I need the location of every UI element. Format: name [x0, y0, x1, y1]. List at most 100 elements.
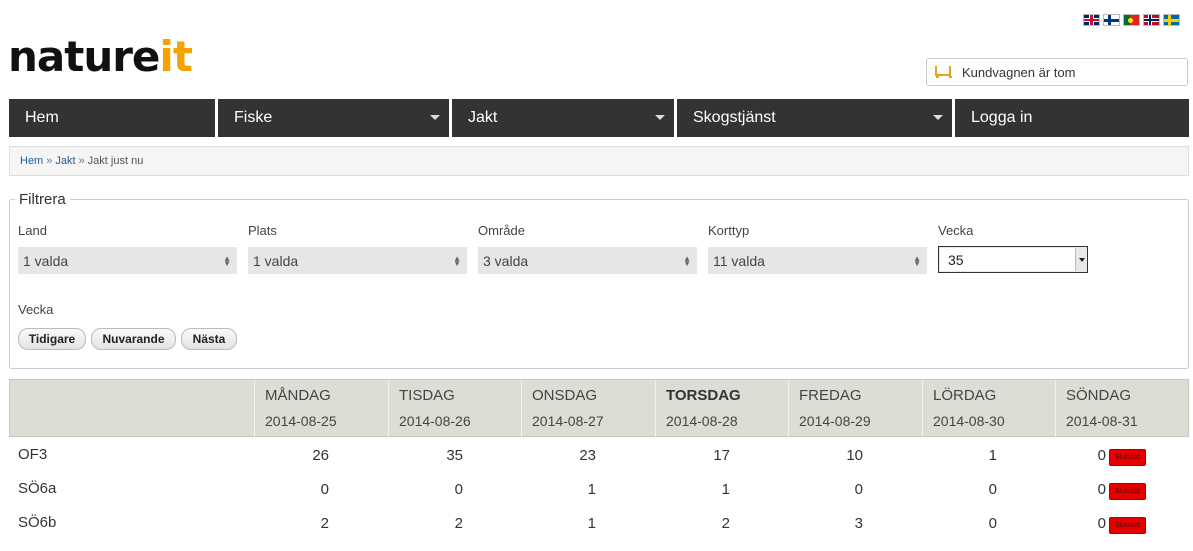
chevron-down-icon: [655, 115, 665, 120]
column-day: LÖRDAG: [933, 387, 997, 404]
filter-label-omrade: Område: [478, 223, 525, 238]
nav-label: Hem: [25, 109, 59, 126]
column-date: 2014-08-27: [532, 413, 604, 429]
column-date: 2014-08-28: [666, 413, 738, 429]
filter-select-korttyp[interactable]: 11 valda ▲ ▼: [708, 247, 927, 274]
nav-label: Logga in: [971, 109, 1033, 126]
nav-label: Jakt: [468, 109, 498, 126]
column-date: 2014-08-29: [799, 413, 871, 429]
breadcrumb-link-hem[interactable]: Hem: [20, 155, 43, 167]
no-flag-icon[interactable]: [1143, 14, 1160, 26]
column-day: SÖNDAG: [1066, 387, 1132, 404]
filter-select-land[interactable]: 1 valda ▲ ▼: [18, 247, 237, 274]
column-header-lordag: LÖRDAG 2014-08-30: [922, 380, 1055, 438]
select-arrows-icon: ▲ ▼: [453, 254, 461, 268]
column-day: TORSDAG: [666, 387, 741, 404]
dropdown-arrow-icon: [1075, 248, 1086, 271]
column-day: FREDAG: [799, 387, 862, 404]
se-flag-icon[interactable]: [1163, 14, 1180, 26]
table-cell: 1: [587, 515, 596, 532]
logo[interactable]: natureit: [8, 36, 193, 78]
select-value: 11 valda: [713, 252, 765, 269]
filter-select-omrade[interactable]: 3 valda ▲ ▼: [478, 247, 697, 274]
gb-flag-icon[interactable]: [1083, 14, 1100, 26]
previous-week-button[interactable]: Tidigare: [18, 328, 86, 350]
row-name[interactable]: SÖ6a: [18, 480, 56, 497]
table-cell: 23: [579, 447, 596, 464]
table-cell: 0: [320, 481, 329, 498]
table-cell: 0: [854, 481, 863, 498]
table-cell: 0: [1097, 447, 1106, 464]
sold-out-badge: Slutsåld: [1109, 483, 1146, 500]
filter-label-land: Land: [18, 223, 47, 238]
column-date: 2014-08-31: [1066, 413, 1138, 429]
table-cell: 26: [312, 447, 329, 464]
select-value: 1 valda: [23, 252, 69, 269]
fi-flag-icon[interactable]: [1103, 14, 1120, 26]
column-day: ONSDAG: [532, 387, 598, 404]
column-day: TISDAG: [399, 387, 455, 404]
table-cell: 0: [1097, 481, 1106, 498]
row-name[interactable]: SÖ6b: [18, 514, 56, 531]
column-header-tisdag: TISDAG 2014-08-26: [388, 380, 521, 438]
cart-icon: [935, 66, 952, 78]
pt-flag-icon[interactable]: [1123, 14, 1140, 26]
table-cell: 1: [587, 481, 596, 498]
breadcrumb-current: Jakt just nu: [87, 155, 144, 167]
nav-item-logga-in[interactable]: Logga in: [955, 99, 1189, 137]
column-day: MÅNDAG: [265, 387, 331, 404]
select-arrows-icon: ▲ ▼: [223, 254, 231, 268]
breadcrumb-link-jakt[interactable]: Jakt: [55, 155, 75, 167]
chevron-down-icon: [430, 115, 440, 120]
column-header-torsdag: TORSDAG 2014-08-28: [655, 380, 788, 438]
nav-item-fiske[interactable]: Fiske: [218, 99, 449, 137]
select-value: 3 valda: [483, 252, 529, 269]
column-header-fredag: FREDAG 2014-08-29: [788, 380, 922, 438]
column-header-onsdag: ONSDAG 2014-08-27: [521, 380, 655, 438]
table-row: SÖ6b 2 2 1 2 3 0 0 Slutsåld: [9, 506, 1189, 540]
select-arrows-icon: ▲ ▼: [913, 254, 921, 268]
table-cell: 1: [988, 447, 997, 464]
table-cell: 1: [721, 481, 730, 498]
column-date: 2014-08-25: [265, 413, 337, 429]
table-cell: 0: [988, 481, 997, 498]
nav-label: Fiske: [234, 109, 273, 126]
filter-select-plats[interactable]: 1 valda ▲ ▼: [248, 247, 467, 274]
current-week-button[interactable]: Nuvarande: [91, 328, 176, 350]
table-cell: 3: [854, 515, 863, 532]
table-header: MÅNDAG 2014-08-25 TISDAG 2014-08-26 ONSDAG…: [9, 379, 1189, 438]
column-date: 2014-08-30: [933, 413, 1005, 429]
language-selector: [1083, 14, 1180, 26]
week-value: 35: [948, 251, 964, 268]
table-cell: 0: [988, 515, 997, 532]
table-cell: 0: [1097, 515, 1106, 532]
table-row: OF3 26 35 23 17 10 1 0 Slutsåld: [9, 438, 1189, 472]
breadcrumb: Hem » Jakt » Jakt just nu: [9, 146, 1189, 176]
table-cell: 10: [846, 447, 863, 464]
table-cell: 2: [454, 515, 463, 532]
main-nav: Hem Fiske Jakt Skogstjänst Logga in: [9, 99, 1189, 137]
table-cell: 17: [713, 447, 730, 464]
logo-text-it: it: [159, 32, 192, 81]
nav-item-hem[interactable]: Hem: [9, 99, 215, 137]
cart-label: Kundvagnen är tom: [962, 64, 1076, 80]
week-select[interactable]: 35: [938, 246, 1088, 273]
filter-label-plats: Plats: [248, 223, 277, 238]
table-row: SÖ6a 0 0 1 1 0 0 0 Slutsåld: [9, 472, 1189, 506]
logo-text-nature: nature: [8, 32, 160, 81]
filter-legend: Filtrera: [15, 191, 70, 208]
table-cell: 2: [320, 515, 329, 532]
nav-label: Skogstjänst: [693, 109, 776, 126]
select-arrows-icon: ▲ ▼: [683, 254, 691, 268]
cart-widget[interactable]: Kundvagnen är tom: [926, 58, 1188, 86]
nav-item-skogstjanst[interactable]: Skogstjänst: [677, 99, 952, 137]
row-name[interactable]: OF3: [18, 446, 47, 463]
filter-label-korttyp: Korttyp: [708, 223, 750, 238]
breadcrumb-separator: »: [78, 155, 85, 167]
sold-out-badge: Slutsåld: [1109, 517, 1146, 534]
next-week-button[interactable]: Nästa: [181, 328, 237, 350]
column-date: 2014-08-26: [399, 413, 471, 429]
table-cell: 0: [454, 481, 463, 498]
sold-out-badge: Slutsåld: [1109, 449, 1146, 466]
nav-item-jakt[interactable]: Jakt: [452, 99, 674, 137]
